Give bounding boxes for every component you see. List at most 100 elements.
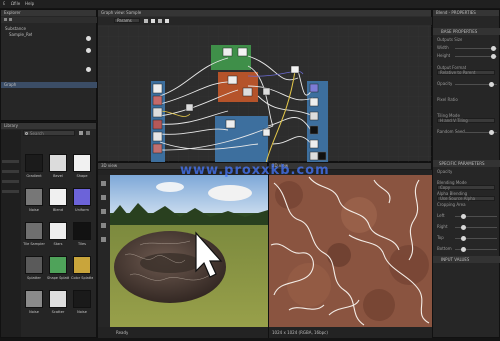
explorer-title: Explorer — [1, 10, 96, 16]
graph-tool-icon[interactable] — [158, 19, 162, 23]
group-properties: Output Format Relative to Parent Opacity Pi… — [433, 65, 500, 145]
property-label: Outputs Size — [437, 37, 463, 42]
explorer-selected-label: Graph — [4, 82, 17, 87]
property-label: Cropping Area — [437, 202, 466, 207]
library-thumb[interactable] — [25, 222, 43, 240]
slider-handle[interactable] — [491, 54, 496, 59]
explorer-add-icon[interactable] — [4, 18, 7, 21]
property-label: Pixel Ratio — [437, 97, 458, 102]
graph-tool-icon[interactable] — [151, 19, 155, 23]
graph-tool-icon[interactable] — [144, 19, 148, 23]
slider-handle[interactable] — [461, 247, 466, 252]
explorer-panel: Explorer Substance Sample_Ref Graph — [0, 9, 97, 121]
explorer-selected-row[interactable]: Graph — [1, 82, 97, 88]
library-thumb[interactable] — [73, 188, 91, 206]
3d-view-panel: 3D view Ready — [97, 162, 268, 338]
search-icon — [25, 132, 28, 135]
slider-handle[interactable] — [491, 46, 496, 51]
tool-icon[interactable] — [101, 223, 106, 228]
property-label: Width — [437, 45, 449, 50]
2d-viewport[interactable] — [269, 175, 432, 327]
library-thumb-label: Stars — [53, 242, 63, 246]
library-thumb-label: Tile Sampler — [23, 242, 45, 246]
explorer-item-package[interactable]: Substance — [5, 26, 26, 31]
property-label: Right — [437, 224, 448, 229]
specific-properties: Opacity Blending Mode Copy Alpha Blending Us… — [433, 169, 500, 255]
library-title: Library — [1, 123, 96, 129]
properties-title: Blend - PROPERTIES — [433, 10, 499, 16]
menu-item-help[interactable]: Help — [25, 1, 34, 6]
library-thumb-label: Bevel — [53, 174, 63, 178]
library-category-item[interactable] — [2, 190, 19, 193]
library-thumb[interactable] — [25, 290, 43, 308]
base-properties: Outputs Size Width Height — [433, 37, 500, 67]
slider-handle[interactable] — [461, 214, 466, 219]
tool-icon[interactable] — [101, 181, 106, 186]
library-thumb-label: Blend — [53, 208, 63, 212]
explorer-status-icon — [86, 48, 91, 53]
watermark: www.proxxkb.com — [180, 163, 330, 178]
3d-side-toolbar — [98, 175, 110, 327]
library-thumb-label: Color Splatter — [71, 276, 93, 280]
property-value-field[interactable]: Copy — [437, 185, 495, 190]
library-thumb[interactable] — [73, 256, 91, 274]
properties-section-base[interactable]: BASE PROPERTIES — [433, 28, 500, 35]
properties-panel: Blend - PROPERTIES BASE PROPERTIES Outpu… — [432, 9, 500, 338]
library-thumb-label: Tiles — [78, 242, 86, 246]
node-graph[interactable] — [98, 26, 432, 163]
slider-handle[interactable] — [461, 236, 466, 241]
tool-icon[interactable] — [101, 209, 106, 214]
graph-tool-icon[interactable] — [165, 19, 169, 23]
library-thumb-label: Uniform — [75, 208, 89, 212]
library-thumb[interactable] — [25, 154, 43, 172]
settings-icon[interactable] — [86, 131, 90, 135]
library-thumb-label: Shape Splatter — [47, 276, 69, 280]
graph-params-field[interactable]: Params — [114, 18, 140, 23]
property-label: Opacity — [437, 169, 453, 174]
property-value-field[interactable]: Relative to Parent — [437, 70, 495, 75]
frame-blue-right — [307, 81, 328, 163]
3d-viewport[interactable] — [110, 175, 268, 327]
library-category-item[interactable] — [2, 160, 19, 163]
3d-view-statusbar: Ready — [98, 327, 268, 338]
library-thumb[interactable] — [25, 256, 43, 274]
slider-handle[interactable] — [489, 82, 494, 87]
library-thumb[interactable] — [25, 188, 43, 206]
property-label: Height — [437, 53, 451, 58]
library-thumb[interactable] — [49, 222, 67, 240]
library-categories — [1, 130, 21, 337]
explorer-folder-icon[interactable] — [9, 18, 12, 21]
slider-handle[interactable] — [489, 130, 494, 135]
properties-section-input[interactable]: INPUT VALUES — [433, 256, 500, 263]
library-thumb[interactable] — [49, 154, 67, 172]
library-thumb-label: Scatter — [51, 310, 65, 314]
library-thumb[interactable] — [73, 154, 91, 172]
property-value-field[interactable]: H and V Tiling — [437, 118, 495, 123]
library-thumb-label: Noise — [29, 310, 39, 314]
graph-view-title: Graph view: Sample — [98, 10, 431, 16]
library-thumb[interactable] — [49, 188, 67, 206]
library-thumb-label: Noise — [77, 310, 87, 314]
2d-view-panel: 2D view 1024 x 1024 (RGBA, 16bpc) — [268, 162, 432, 338]
library-search-input[interactable]: Search — [23, 130, 75, 136]
tool-icon[interactable] — [101, 237, 106, 242]
library-thumb[interactable] — [49, 256, 67, 274]
slider-handle[interactable] — [461, 225, 466, 230]
frame-blue — [215, 116, 268, 163]
menu-item-window[interactable]: Ωfile — [11, 1, 20, 6]
library-thumb[interactable] — [49, 290, 67, 308]
property-label: Opacity — [437, 81, 453, 86]
menu-item-app[interactable]: Ɛ — [3, 1, 5, 6]
property-value-field[interactable]: Use Source Alpha — [437, 196, 495, 201]
library-thumb[interactable] — [73, 290, 91, 308]
filter-icon[interactable] — [79, 131, 83, 135]
tool-icon[interactable] — [101, 195, 106, 200]
explorer-item-graph[interactable]: Sample_Ref — [9, 32, 32, 37]
library-category-item[interactable] — [2, 170, 19, 173]
properties-section-specific[interactable]: SPECIFIC PARAMETERS — [433, 160, 500, 167]
library-category-item[interactable] — [2, 180, 19, 183]
2d-view-statusbar: 1024 x 1024 (RGBA, 16bpc) — [269, 327, 432, 338]
library-thumb[interactable] — [73, 222, 91, 240]
library-panel: Library Search Gradient Bevel Shape Noise Bl… — [0, 122, 97, 338]
explorer-status-icon — [86, 67, 91, 72]
